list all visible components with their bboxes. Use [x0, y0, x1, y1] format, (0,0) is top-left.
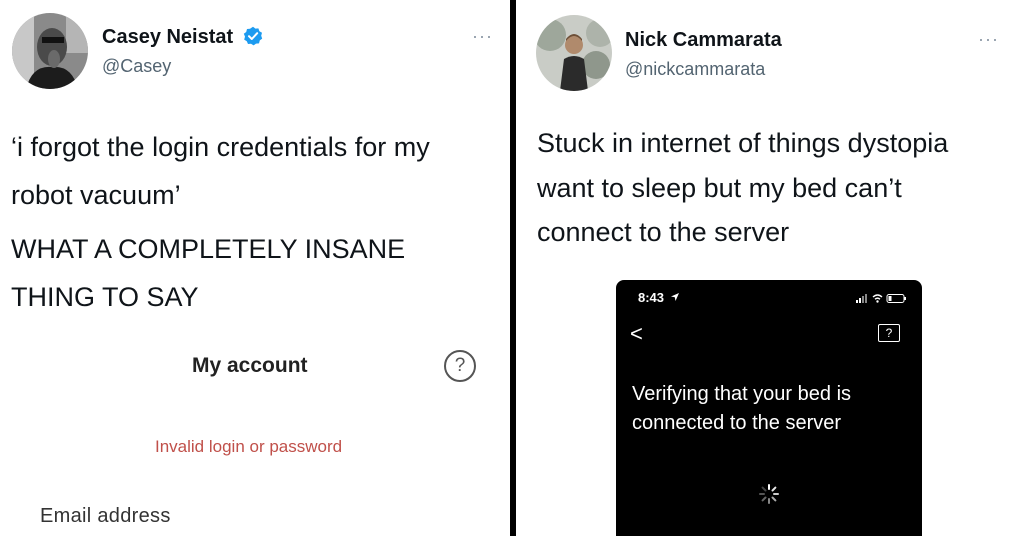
tweet-text-line: ‘i forgot the login credentials for my [11, 132, 430, 162]
tweet-text-line: WHAT A COMPLETELY INSANE [11, 234, 406, 264]
status-icons [856, 291, 908, 309]
email-field-label: Email address [40, 505, 171, 527]
author-name[interactable]: Casey Neistat [102, 26, 263, 49]
status-time: 8:43 [638, 290, 680, 305]
verify-message-line: connected to the server [632, 412, 842, 434]
nick-avatar[interactable] [536, 15, 612, 91]
author-handle[interactable]: @nickcammarata [625, 59, 765, 80]
verify-message-line: Verifying that your bed is [632, 383, 852, 405]
author-name-text: Casey Neistat [102, 26, 234, 48]
right-tweet-panel: Nick Cammarata @nickcammarata ··· Stuck … [516, 0, 1024, 536]
back-button[interactable]: < [630, 323, 643, 345]
phone-screenshot: 8:43 < ? Verifying that your bed is conn… [616, 280, 922, 536]
casey-avatar[interactable] [12, 13, 88, 89]
tweet-text-line: want to sleep but my bed can’t [537, 173, 902, 203]
signal-wifi-battery-icon [856, 294, 906, 303]
tweet-text-line: connect to the server [537, 217, 790, 247]
author-name[interactable]: Nick Cammarata [625, 29, 782, 52]
verified-badge-icon [243, 26, 262, 46]
account-page-title: My account [192, 354, 308, 377]
location-arrow-icon [670, 293, 679, 301]
help-icon[interactable]: ? [444, 350, 476, 382]
author-handle[interactable]: @Casey [102, 56, 171, 77]
more-options-icon[interactable]: ··· [472, 26, 493, 47]
status-time-text: 8:43 [638, 290, 665, 305]
more-options-icon[interactable]: ··· [978, 29, 999, 50]
login-error-message: Invalid login or password [155, 437, 343, 456]
left-tweet-panel: Casey Neistat @Casey ··· ‘i forgot the l… [0, 0, 510, 536]
tweet-text-line: THING TO SAY [11, 282, 199, 312]
loading-spinner-icon [758, 483, 780, 510]
tweet-text-line: Stuck in internet of things dystopia [537, 128, 949, 158]
help-icon[interactable]: ? [878, 324, 900, 342]
tweet-text-line: robot vacuum’ [11, 180, 181, 210]
